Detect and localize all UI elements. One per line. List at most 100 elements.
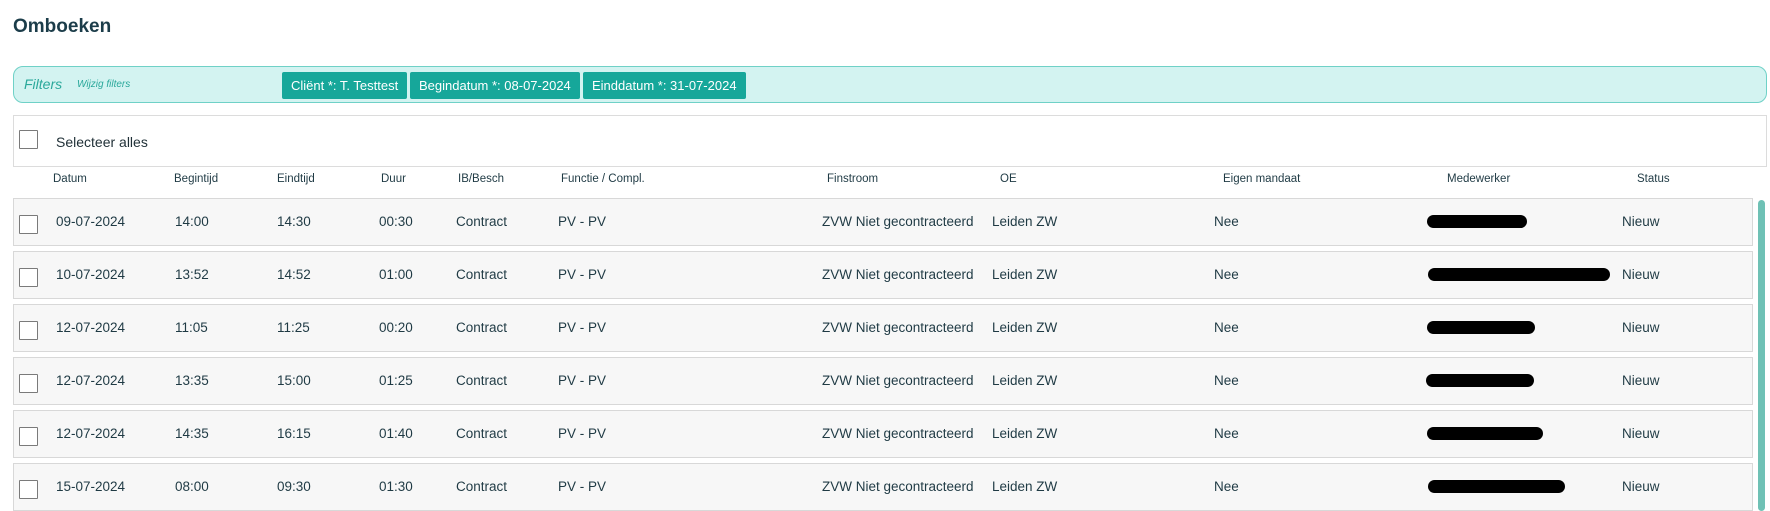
cell-datum: 12-07-2024: [56, 320, 126, 335]
cell-eigen-mandaat: Nee: [1214, 479, 1239, 494]
cell-eindtijd: 09:30: [277, 479, 311, 494]
cell-ib-besch: Contract: [456, 479, 508, 494]
cell-ib-besch: Contract: [456, 320, 508, 335]
cell-oe: Leiden ZW: [992, 373, 1058, 388]
cell-begintijd: 11:05: [175, 320, 208, 335]
filter-chip-client[interactable]: Cliënt *: T. Testtest: [282, 72, 408, 99]
column-header-medewerker: Medewerker: [1447, 173, 1511, 185]
cell-finstroom: ZVW Niet gecontracteerd: [822, 267, 974, 282]
cell-status: Nieuw: [1622, 426, 1660, 441]
cell-begintijd: 08:00: [175, 479, 209, 494]
table-row[interactable]: 10-07-2024 13:52 14:52 01:00 Contract PV…: [13, 251, 1753, 299]
cell-ib-besch: Contract: [456, 267, 508, 282]
cell-datum: 09-07-2024: [56, 214, 126, 229]
cell-medewerker-redacted: [1427, 427, 1543, 440]
column-header-datum: Datum: [53, 173, 87, 185]
cell-finstroom: ZVW Niet gecontracteerd: [822, 373, 974, 388]
cell-functie: PV - PV: [558, 426, 607, 441]
filter-bar: Filters Wijzig filters Cliënt *: T. Test…: [13, 66, 1767, 103]
cell-datum: 12-07-2024: [56, 373, 126, 388]
cell-medewerker-redacted: [1427, 321, 1535, 334]
cell-duur: 00:20: [379, 320, 413, 335]
cell-eindtijd: 14:30: [277, 214, 311, 229]
row-checkbox[interactable]: [19, 374, 38, 393]
cell-eigen-mandaat: Nee: [1214, 214, 1239, 229]
cell-begintijd: 13:35: [175, 373, 209, 388]
row-checkbox[interactable]: [19, 268, 38, 287]
cell-functie: PV - PV: [558, 267, 607, 282]
cell-functie: PV - PV: [558, 214, 607, 229]
cell-duur: 01:30: [379, 479, 413, 494]
cell-oe: Leiden ZW: [992, 426, 1058, 441]
cell-medewerker-redacted: [1428, 268, 1610, 281]
cell-duur: 01:40: [379, 426, 413, 441]
cell-medewerker-redacted: [1428, 480, 1565, 493]
filters-label: Filters: [24, 76, 63, 92]
column-header-ib-besch: IB/Besch: [458, 173, 505, 185]
cell-begintijd: 14:35: [175, 426, 209, 441]
cell-duur: 01:00: [379, 267, 413, 282]
filter-chip-begindatum[interactable]: Begindatum *: 08-07-2024: [410, 72, 580, 99]
column-header-begintijd: Begintijd: [174, 173, 219, 185]
row-checkbox[interactable]: [19, 427, 38, 446]
cell-status: Nieuw: [1622, 214, 1660, 229]
filter-chip-einddatum[interactable]: Einddatum *: 31-07-2024: [583, 72, 746, 99]
cell-eigen-mandaat: Nee: [1214, 267, 1239, 282]
cell-oe: Leiden ZW: [992, 479, 1058, 494]
cell-finstroom: ZVW Niet gecontracteerd: [822, 320, 974, 335]
row-checkbox[interactable]: [19, 215, 38, 234]
column-header-oe: OE: [1000, 173, 1017, 185]
cell-eindtijd: 14:52: [277, 267, 311, 282]
column-header-duur: Duur: [381, 173, 406, 185]
column-header-finstroom: Finstroom: [827, 173, 879, 185]
cell-status: Nieuw: [1622, 320, 1660, 335]
cell-begintijd: 13:52: [175, 267, 209, 282]
select-all-panel: Selecteer alles: [13, 115, 1767, 167]
cell-eindtijd: 16:15: [277, 426, 311, 441]
cell-duur: 01:25: [379, 373, 413, 388]
cell-functie: PV - PV: [558, 373, 607, 388]
cell-eindtijd: 15:00: [277, 373, 311, 388]
cell-eigen-mandaat: Nee: [1214, 426, 1239, 441]
cell-datum: 12-07-2024: [56, 426, 126, 441]
cell-ib-besch: Contract: [456, 214, 508, 229]
cell-medewerker-redacted: [1426, 374, 1534, 387]
table-row[interactable]: 15-07-2024 08:00 09:30 01:30 Contract PV…: [13, 463, 1753, 511]
column-header-status: Status: [1637, 173, 1670, 185]
table-row[interactable]: 12-07-2024 14:35 16:15 01:40 Contract PV…: [13, 410, 1753, 458]
cell-eindtijd: 11:25: [277, 320, 310, 335]
select-all-checkbox[interactable]: [19, 130, 38, 149]
cell-finstroom: ZVW Niet gecontracteerd: [822, 479, 974, 494]
cell-datum: 15-07-2024: [56, 479, 126, 494]
cell-medewerker-redacted: [1427, 215, 1527, 228]
column-header-eigen-mandaat: Eigen mandaat: [1223, 173, 1301, 185]
cell-status: Nieuw: [1622, 479, 1660, 494]
cell-functie: PV - PV: [558, 320, 607, 335]
column-header-functie: Functie / Compl.: [561, 173, 645, 185]
table-row[interactable]: 09-07-2024 14:00 14:30 00:30 Contract PV…: [13, 198, 1753, 246]
cell-ib-besch: Contract: [456, 426, 508, 441]
table-row[interactable]: 12-07-2024 11:05 11:25 00:20 Contract PV…: [13, 304, 1753, 352]
cell-ib-besch: Contract: [456, 373, 508, 388]
cell-status: Nieuw: [1622, 267, 1660, 282]
edit-filters-link[interactable]: Wijzig filters: [77, 79, 130, 90]
row-checkbox[interactable]: [19, 321, 38, 340]
page-title: Omboeken: [13, 16, 112, 37]
cell-begintijd: 14:00: [175, 214, 209, 229]
table-row[interactable]: 12-07-2024 13:35 15:00 01:25 Contract PV…: [13, 357, 1753, 405]
cell-datum: 10-07-2024: [56, 267, 126, 282]
select-all-label: Selecteer alles: [56, 134, 148, 150]
cell-status: Nieuw: [1622, 373, 1660, 388]
cell-oe: Leiden ZW: [992, 214, 1058, 229]
cell-finstroom: ZVW Niet gecontracteerd: [822, 426, 974, 441]
column-header-eindtijd: Eindtijd: [277, 173, 315, 185]
cell-finstroom: ZVW Niet gecontracteerd: [822, 214, 974, 229]
row-checkbox[interactable]: [19, 480, 38, 499]
cell-duur: 00:30: [379, 214, 413, 229]
cell-oe: Leiden ZW: [992, 267, 1058, 282]
cell-oe: Leiden ZW: [992, 320, 1058, 335]
cell-eigen-mandaat: Nee: [1214, 373, 1239, 388]
scrollbar-thumb[interactable]: [1758, 200, 1765, 511]
cell-eigen-mandaat: Nee: [1214, 320, 1239, 335]
cell-functie: PV - PV: [558, 479, 607, 494]
